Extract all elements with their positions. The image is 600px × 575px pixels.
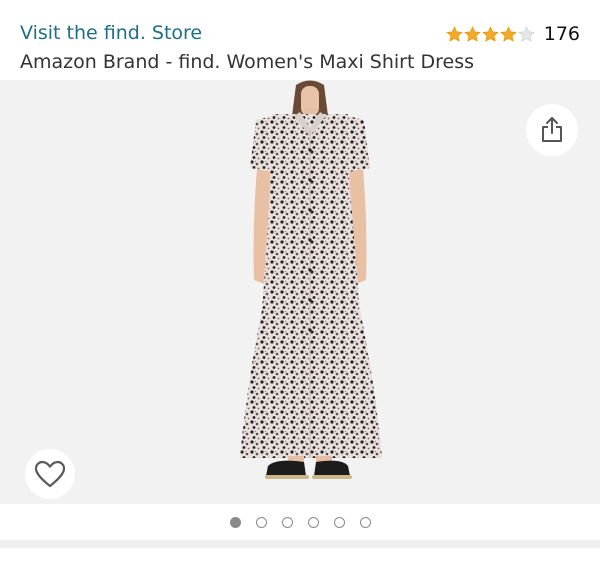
pager-dot-1[interactable] xyxy=(229,516,241,528)
product-title: Amazon Brand - find. Women's Maxi Shirt … xyxy=(20,51,474,73)
pager-dot-2[interactable] xyxy=(255,516,267,528)
share-button[interactable] xyxy=(526,104,578,156)
rating-summary[interactable]: 176 xyxy=(445,22,580,46)
pager-dot-3[interactable] xyxy=(281,516,293,528)
image-pager xyxy=(0,504,600,540)
star-icon xyxy=(499,25,517,42)
section-divider xyxy=(0,540,600,548)
share-icon xyxy=(542,117,562,142)
pager-dot-5[interactable] xyxy=(333,516,345,528)
star-empty-icon xyxy=(517,25,535,42)
wishlist-button[interactable] xyxy=(25,449,75,499)
star-icon xyxy=(463,25,481,42)
pager-dot-4[interactable] xyxy=(307,516,319,528)
star-icon xyxy=(445,25,463,42)
heart-icon xyxy=(34,460,66,488)
visit-store-link[interactable]: Visit the find. Store xyxy=(20,22,202,44)
rating-count[interactable]: 176 xyxy=(544,23,580,45)
product-header: Visit the find. Store 176 Amazon Brand -… xyxy=(0,0,600,80)
pager-dot-6[interactable] xyxy=(359,516,371,528)
star-icon xyxy=(481,25,499,42)
product-photo[interactable] xyxy=(210,80,410,504)
star-rating[interactable] xyxy=(445,25,536,43)
